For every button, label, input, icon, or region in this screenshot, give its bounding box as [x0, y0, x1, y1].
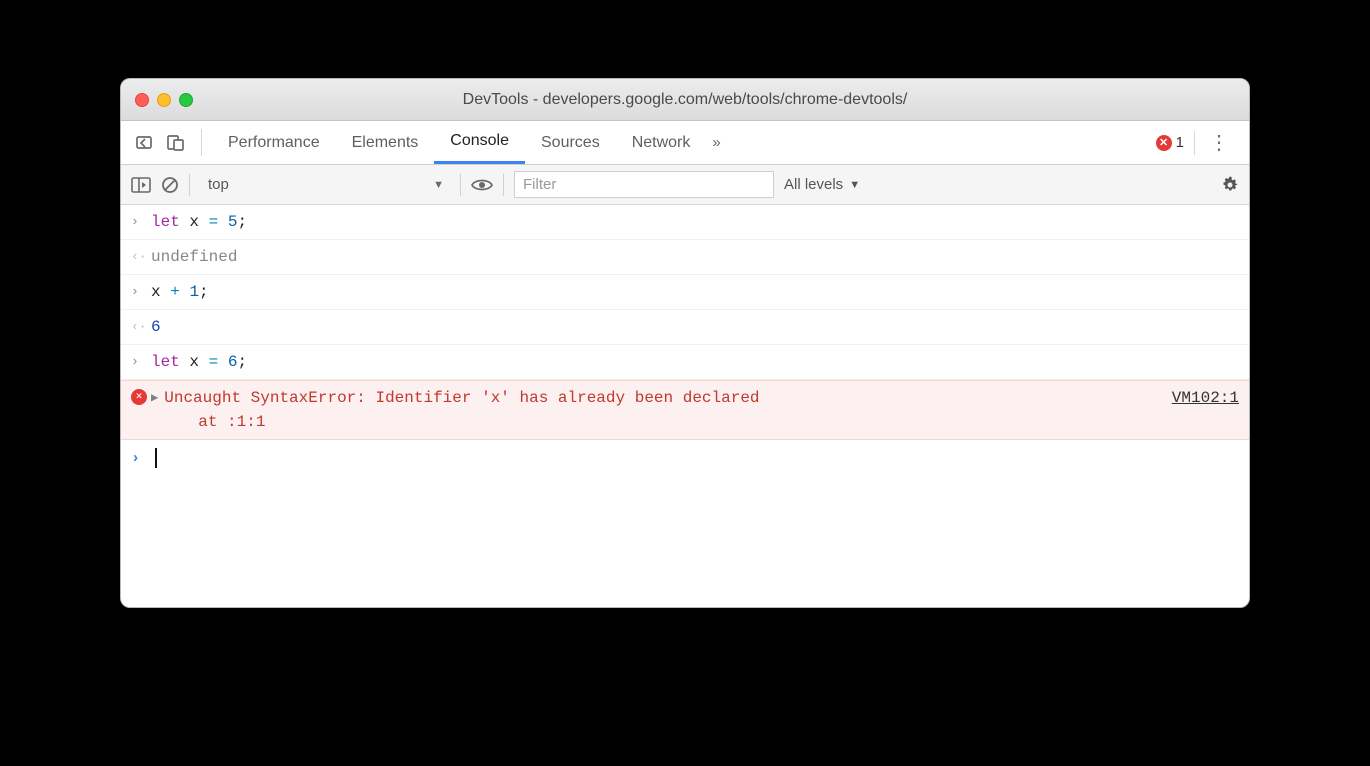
window-minimize-button[interactable]	[157, 93, 171, 107]
traffic-lights	[135, 93, 193, 107]
toggle-sidebar-icon[interactable]	[131, 177, 151, 193]
console-input-row: ›let x = 6;	[121, 345, 1249, 380]
log-levels-selector[interactable]: All levels ▼	[784, 176, 860, 193]
context-selector[interactable]: top ▼	[200, 174, 450, 195]
error-disclosure-icon[interactable]: ▶	[147, 386, 164, 434]
toggle-device-toolbar-icon[interactable]	[131, 121, 161, 164]
console-input-row: ›let x = 5;	[121, 205, 1249, 240]
error-counter[interactable]: ✕ 1	[1156, 134, 1184, 151]
console-output-row: ‹·undefined	[121, 240, 1249, 275]
console-output-value: 6	[151, 315, 1239, 339]
error-message: Uncaught SyntaxError: Identifier 'x' has…	[164, 386, 1158, 434]
error-count: 1	[1176, 134, 1184, 151]
live-expression-icon[interactable]	[471, 178, 493, 192]
devtools-tabbar: PerformanceElementsConsoleSourcesNetwork…	[121, 121, 1249, 165]
context-selector-label: top	[208, 176, 229, 193]
panel-tabs: PerformanceElementsConsoleSourcesNetwork	[212, 121, 706, 164]
chevron-down-icon: ▼	[849, 179, 860, 191]
devtools-window: DevTools - developers.google.com/web/too…	[120, 78, 1250, 608]
tab-performance[interactable]: Performance	[212, 121, 336, 164]
console-output-value: undefined	[151, 245, 1239, 269]
input-prompt-icon: ›	[131, 446, 151, 471]
error-icon: ✕	[1156, 135, 1172, 151]
console-settings-icon[interactable]	[1221, 176, 1239, 194]
window-maximize-button[interactable]	[179, 93, 193, 107]
tab-network[interactable]: Network	[616, 121, 707, 164]
console-input-code: let x = 5;	[151, 210, 1239, 234]
console-input-code: let x = 6;	[151, 350, 1239, 374]
error-source-link[interactable]: VM102:1	[1158, 386, 1239, 410]
console-input-code: x + 1;	[151, 280, 1239, 304]
tab-sources[interactable]: Sources	[525, 121, 616, 164]
console-input-row: ›x + 1;	[121, 275, 1249, 310]
input-prompt-icon: ›	[131, 350, 151, 374]
tab-console[interactable]: Console	[434, 121, 525, 164]
console-prompt-input[interactable]	[151, 446, 1239, 471]
output-prompt-icon: ‹·	[131, 245, 151, 269]
more-panels-button[interactable]: »	[706, 121, 726, 164]
filter-placeholder: Filter	[523, 176, 556, 193]
console-prompt[interactable]: ›	[121, 440, 1249, 477]
console-output-row: ‹·6	[121, 310, 1249, 345]
window-close-button[interactable]	[135, 93, 149, 107]
titlebar: DevTools - developers.google.com/web/too…	[121, 79, 1249, 121]
window-title: DevTools - developers.google.com/web/too…	[121, 91, 1249, 109]
chevron-down-icon: ▼	[433, 179, 444, 191]
console-toolbar: top ▼ Filter All levels ▼	[121, 165, 1249, 205]
settings-menu-button[interactable]: ⋮	[1205, 130, 1233, 155]
log-levels-label: All levels	[784, 176, 843, 193]
console-error-row: ✕▶Uncaught SyntaxError: Identifier 'x' h…	[121, 380, 1249, 440]
output-prompt-icon: ‹·	[131, 315, 151, 339]
input-prompt-icon: ›	[131, 280, 151, 304]
console-output: ›let x = 5;‹·undefined›x + 1;‹·6›let x =…	[121, 205, 1249, 607]
select-element-icon[interactable]	[161, 121, 191, 164]
filter-input[interactable]: Filter	[514, 171, 774, 198]
input-prompt-icon: ›	[131, 210, 151, 234]
clear-console-icon[interactable]	[161, 176, 179, 194]
tab-elements[interactable]: Elements	[336, 121, 435, 164]
error-icon: ✕	[131, 389, 147, 405]
